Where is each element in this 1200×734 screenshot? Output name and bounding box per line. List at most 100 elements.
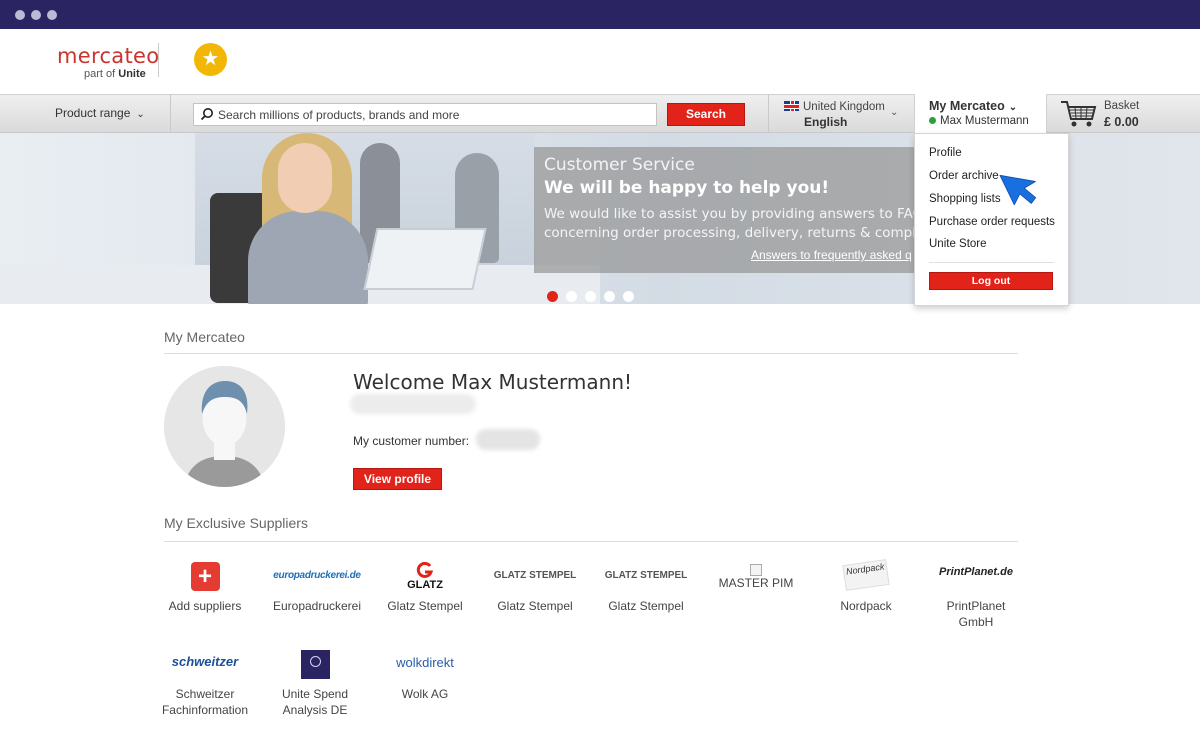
logged-in-user: Max Mustermann xyxy=(929,115,1029,127)
banner-person xyxy=(278,143,332,213)
online-status-icon xyxy=(929,117,936,124)
broken-image-icon xyxy=(750,564,762,576)
my-mercateo-menu[interactable]: My Mercateo ⌄ Max Mustermann xyxy=(914,94,1047,134)
search-icon xyxy=(200,108,213,121)
supplier-logo: Nordpack xyxy=(811,559,921,594)
logo-tagline: part of Unite xyxy=(84,68,146,80)
faq-link[interactable]: Answers to frequently asked questions xyxy=(751,248,911,262)
supplier-logo: MASTER PIM xyxy=(701,564,811,592)
chevron-down-icon: ⌄ xyxy=(136,109,145,120)
supplier-tile[interactable]: wolkdirekt Wolk AG xyxy=(370,650,480,702)
window-dot-icon[interactable] xyxy=(47,10,57,20)
chevron-down-icon: ⌄ xyxy=(1008,102,1018,113)
carousel-dots xyxy=(547,289,642,302)
supplier-name: Nordpack xyxy=(840,599,892,613)
printplanet-logo: PrintPlanet.de xyxy=(939,566,1013,578)
view-profile-button[interactable]: View profile xyxy=(353,468,442,490)
nav-divider xyxy=(768,95,769,133)
supplier-name: Wolk AG xyxy=(401,687,449,701)
glatz-g-icon xyxy=(416,562,434,578)
carousel-dot[interactable] xyxy=(547,291,558,302)
carousel-dot[interactable] xyxy=(604,291,615,302)
supplier-name: Glatz Stempel xyxy=(387,599,463,613)
section-title-suppliers: My Exclusive Suppliers xyxy=(164,515,308,531)
menu-item-purchase-order-requests[interactable]: Purchase order requests xyxy=(929,216,1055,228)
supplier-tile[interactable]: GLATZ STEMPEL Glatz Stempel xyxy=(480,562,590,614)
supplier-name: Add suppliers xyxy=(168,599,242,613)
supplier-logo: europadruckerei.de xyxy=(262,562,372,594)
plus-icon: + xyxy=(190,562,220,591)
supplier-tile[interactable]: GLATZ STEMPEL Glatz Stempel xyxy=(591,562,701,614)
supplier-name: Schweitzer Fachinformation xyxy=(161,687,249,717)
basket[interactable]: Basket £ 0.00 xyxy=(1060,99,1180,129)
unite-spend-logo xyxy=(300,650,330,679)
unite-logo-icon xyxy=(309,656,321,667)
carousel-dot[interactable] xyxy=(623,291,634,302)
glatz-logo-text: GLATZ xyxy=(407,579,443,591)
product-range-menu[interactable]: Product range ⌄ xyxy=(55,106,145,120)
carousel-dot[interactable] xyxy=(585,291,596,302)
basket-label: Basket xyxy=(1104,100,1140,112)
supplier-tile[interactable]: MASTER PIM xyxy=(701,562,811,596)
supplier-logo: schweitzer xyxy=(150,650,260,682)
supplier-name: Glatz Stempel xyxy=(497,599,573,613)
supplier-name: PrintPlanet GmbH xyxy=(946,599,1006,629)
country-language-selector[interactable]: United Kingdom English xyxy=(784,100,885,130)
supplier-tile-add[interactable]: + Add suppliers xyxy=(150,562,260,614)
supplier-tile[interactable]: PrintPlanet.de PrintPlanet GmbH xyxy=(921,562,1031,630)
supplier-logo: GLATZ STEMPEL xyxy=(480,562,590,594)
nordpack-logo: Nordpack xyxy=(842,559,890,591)
mouse-cursor-icon xyxy=(999,174,1037,206)
supplier-name: Unite Spend Analysis DE xyxy=(281,687,349,717)
window-dot-icon[interactable] xyxy=(31,10,41,20)
logout-button[interactable]: Log out xyxy=(929,272,1053,290)
customer-number-label: My customer number: xyxy=(353,434,470,448)
search-button[interactable]: Search xyxy=(667,103,745,126)
search-box xyxy=(193,103,657,126)
my-mercateo-dropdown: Profile Order archive Shopping lists Pur… xyxy=(914,133,1069,306)
mercateo-logo[interactable]: mercateo part of Unite xyxy=(57,44,159,84)
shopping-cart-icon xyxy=(1061,101,1097,127)
menu-item-profile[interactable]: Profile xyxy=(929,147,962,159)
product-range-label: Product range xyxy=(55,106,131,120)
logo-bar: mercateo part of Unite ★ xyxy=(0,29,1200,94)
supplier-logo: GLATZ STEMPEL xyxy=(591,562,701,594)
glatz-stempel-logo: GLATZ STEMPEL xyxy=(604,570,688,581)
supplier-logo: GLATZ xyxy=(370,562,480,594)
search-input[interactable] xyxy=(218,106,648,123)
supplier-logo xyxy=(260,650,370,682)
language-label: English xyxy=(804,115,848,129)
supplier-tile[interactable]: europadruckerei.de Europadruckerei xyxy=(262,562,372,614)
user-silhouette-icon xyxy=(164,366,285,487)
my-mercateo-title: My Mercateo ⌄ xyxy=(929,99,1018,113)
supplier-tile[interactable]: Nordpack Nordpack xyxy=(811,559,921,614)
avatar[interactable] xyxy=(164,366,285,487)
chevron-down-icon[interactable]: ⌄ xyxy=(890,107,898,118)
menu-divider xyxy=(929,262,1054,263)
banner-laptop xyxy=(363,228,487,290)
menu-item-shopping-lists[interactable]: Shopping lists xyxy=(929,193,1001,205)
wolk-logo: wolkdirekt xyxy=(396,655,454,670)
welcome-heading: Welcome Max Mustermann! xyxy=(353,370,633,394)
uk-flag-icon xyxy=(784,101,799,111)
menu-item-unite-store[interactable]: Unite Store xyxy=(929,238,987,250)
glatz-stempel-logo: GLATZ STEMPEL xyxy=(493,570,577,581)
banner-text: We would like to assist you by providing… xyxy=(544,206,929,241)
supplier-logo: wolkdirekt xyxy=(370,650,480,682)
star-icon[interactable]: ★ xyxy=(194,43,227,76)
redacted-customer-number xyxy=(476,429,540,450)
supplier-tile[interactable]: GLATZ Glatz Stempel xyxy=(370,562,480,614)
master-pim-alt-text: MASTER PIM xyxy=(718,576,794,590)
supplier-name: Europadruckerei xyxy=(272,599,362,613)
banner-person xyxy=(248,211,368,304)
country-label: United Kingdom xyxy=(803,101,885,113)
nav-divider xyxy=(170,95,171,133)
europadruckerei-logo: europadruckerei.de xyxy=(273,570,361,581)
schweitzer-logo: schweitzer xyxy=(171,654,239,669)
window-dot-icon[interactable] xyxy=(15,10,25,20)
banner-heading: Customer Service xyxy=(544,155,695,175)
supplier-tile[interactable]: schweitzer Schweitzer Fachinformation xyxy=(150,650,260,718)
menu-item-order-archive[interactable]: Order archive xyxy=(929,170,999,182)
supplier-tile[interactable]: Unite Spend Analysis DE xyxy=(260,650,370,718)
carousel-dot[interactable] xyxy=(566,291,577,302)
